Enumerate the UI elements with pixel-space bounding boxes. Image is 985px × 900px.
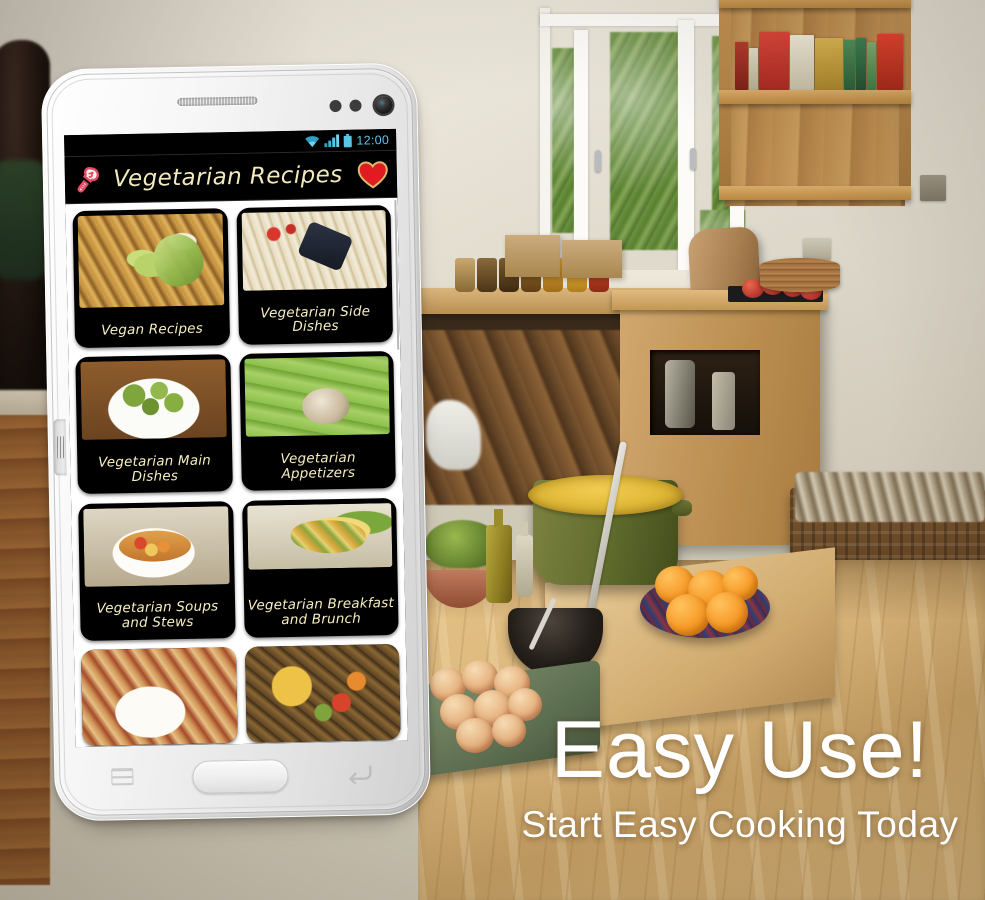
menu-icon[interactable] <box>111 768 134 786</box>
earpiece-speaker <box>177 96 258 107</box>
cardboard-box <box>562 240 622 278</box>
tile-label: Vegetarian Breakfast and Brunch <box>247 595 395 629</box>
storage-jar <box>712 372 735 430</box>
olive-oil-bottle <box>486 509 512 603</box>
thermos-flask <box>665 360 695 428</box>
wall-socket <box>803 238 831 260</box>
left-counter <box>0 390 50 418</box>
orange <box>706 592 748 633</box>
shelf-board <box>719 90 911 104</box>
smartphone-device: 12:00 Vegetarian Recipes Vegan Recipes V… <box>40 62 432 828</box>
back-icon[interactable] <box>346 763 372 785</box>
signal-icon <box>324 134 340 148</box>
window-mullion <box>574 30 588 245</box>
status-bar-clock: 12:00 <box>356 132 390 148</box>
wall-shelf-unit <box>719 0 911 206</box>
tile-vegetarian-appetizers[interactable]: Vegetarian Appetizers <box>238 351 396 492</box>
tile-label: Vegan Recipes <box>101 321 204 339</box>
cardboard-box <box>505 235 560 277</box>
tile-vegetarian-breakfast-and-brunch[interactable]: Vegetarian Breakfast and Brunch <box>241 497 399 638</box>
grilled-corn-skewers-photo <box>244 643 401 743</box>
vegan-skillet-avocado-photo <box>77 213 224 308</box>
shelf-boxes <box>735 28 903 90</box>
tile-label: Vegetarian Soups and Stews <box>96 598 219 632</box>
promo-subheadline: Start Easy Cooking Today <box>521 803 959 845</box>
cucumber-rolls-photo <box>243 356 390 438</box>
placemat-stack <box>760 258 840 292</box>
recipe-category-grid[interactable]: Vegan Recipes Vegetarian Side Dishes Veg… <box>65 197 408 748</box>
phone-screen[interactable]: 12:00 Vegetarian Recipes Vegan Recipes V… <box>64 128 408 748</box>
window-glass <box>552 48 574 233</box>
kindling-wood <box>795 472 985 522</box>
vinegar-bottle <box>516 522 533 597</box>
heart-icon[interactable] <box>357 159 390 190</box>
tile-label: Vegetarian Main Dishes <box>98 452 212 485</box>
tile-grilled-recipes[interactable] <box>244 643 401 743</box>
window-mullion <box>678 20 694 270</box>
peach <box>456 718 494 753</box>
window-glass <box>610 32 678 250</box>
tofu-in-sauce-photo <box>80 646 238 746</box>
tile-vegetarian-soups-and-stews[interactable]: Vegetarian Soups and Stews <box>78 500 236 641</box>
wifi-icon <box>305 136 320 147</box>
vegetable-stew-bowl-photo <box>83 505 230 587</box>
left-floor <box>0 415 50 885</box>
brunch-scramble-photo <box>246 502 393 570</box>
tile-label <box>246 731 401 743</box>
chef-bulb-logo-icon[interactable] <box>71 162 106 197</box>
tile-label: Vegetarian Side Dishes <box>260 303 371 336</box>
promo-headline: Easy Use! <box>550 705 930 795</box>
volume-rocker-button[interactable] <box>53 419 67 476</box>
tile-vegetarian-main-dishes[interactable]: Vegetarian Main Dishes <box>75 354 233 495</box>
tile-vegan-recipes[interactable]: Vegan Recipes <box>72 208 230 349</box>
promo-text-block: Easy Use! Start Easy Cooking Today <box>520 705 960 846</box>
wall-socket <box>920 175 946 201</box>
door-handle <box>690 148 696 170</box>
tile-label <box>83 734 238 746</box>
tile-vegetarian-side-dishes[interactable]: Vegetarian Side Dishes <box>235 204 394 345</box>
tile-tofu-recipes[interactable] <box>80 646 238 746</box>
soup-surface <box>528 475 683 515</box>
battery-icon <box>343 133 353 147</box>
shelf-board <box>719 186 911 200</box>
orange <box>666 594 710 636</box>
door-handle <box>595 150 601 172</box>
tile-label: Vegetarian Appetizers <box>280 449 356 482</box>
green-gnocchi-bowl-photo <box>80 359 227 441</box>
shelf-board <box>719 0 911 8</box>
roasted-vegetable-tray-photo <box>241 210 388 291</box>
app-header-bar: Vegetarian Recipes <box>64 150 398 205</box>
home-button[interactable] <box>192 759 289 794</box>
peach <box>462 660 498 694</box>
app-title: Vegetarian Recipes <box>112 161 343 193</box>
